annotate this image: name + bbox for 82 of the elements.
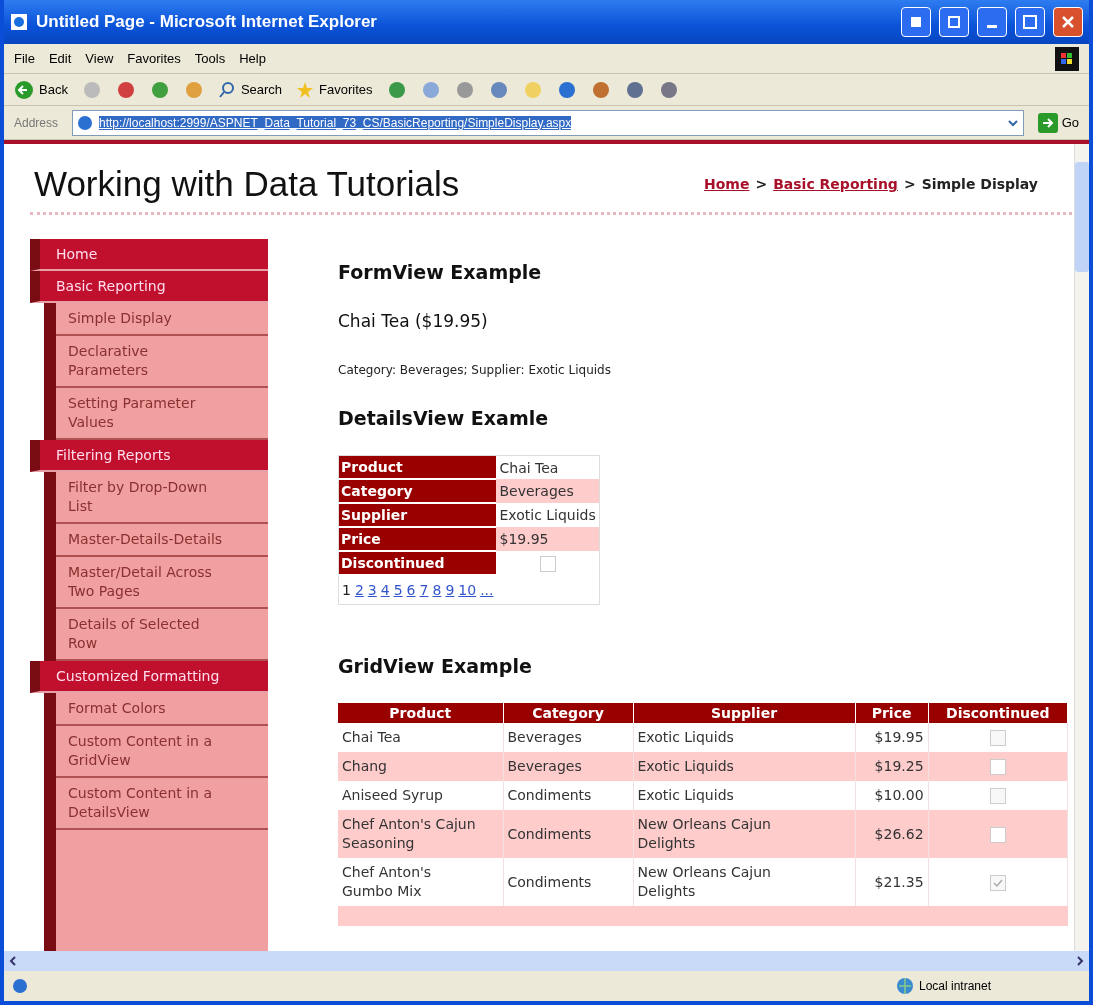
- scroll-right-icon[interactable]: [1075, 956, 1085, 966]
- vertical-scrollbar[interactable]: [1074, 144, 1089, 951]
- page-link[interactable]: 6: [406, 582, 416, 598]
- browser-icon: [10, 13, 28, 31]
- nav-item[interactable]: Format Colors: [56, 693, 268, 726]
- frame-icon: [947, 15, 961, 29]
- star-icon: [296, 80, 315, 99]
- page-link[interactable]: 2: [354, 582, 364, 598]
- column-header: Discontinued: [928, 703, 1068, 723]
- breadcrumb-link[interactable]: Home: [704, 176, 750, 192]
- field-label: Category: [338, 479, 497, 503]
- search-icon: [217, 80, 236, 99]
- search-button[interactable]: Search: [217, 80, 283, 99]
- nav-section[interactable]: Home: [30, 239, 268, 271]
- minimize-button[interactable]: [977, 7, 1007, 37]
- breadcrumb-current: Simple Display: [921, 176, 1038, 192]
- maximize-icon: [1023, 15, 1037, 29]
- column-header: Supplier: [633, 703, 855, 723]
- address-field[interactable]: http://localhost:2999/ASPNET_Data_Tutorial_73_CS/BasicReporting/SimpleDisplay.aspx: [72, 109, 1024, 136]
- windows-logo-icon: [1055, 46, 1079, 71]
- nav-section[interactable]: Customized Formatting: [30, 661, 268, 693]
- nav-item[interactable]: Details of Selected Row: [56, 609, 268, 661]
- site-title: Working with Data Tutorials: [34, 164, 460, 204]
- menu-item[interactable]: Edit: [48, 51, 72, 66]
- scroll-left-icon[interactable]: [8, 956, 18, 966]
- nav-item[interactable]: Filter by Drop-Down List: [56, 472, 268, 524]
- window-layout-button[interactable]: [939, 7, 969, 37]
- field-value: Chai Tea: [496, 455, 600, 479]
- field-value: Beverages: [496, 479, 600, 503]
- product-details: Category: Beverages; Supplier: Exotic Liquids: [338, 363, 612, 377]
- square-icon: [909, 15, 923, 29]
- go-button[interactable]: Go: [1037, 112, 1079, 133]
- nav-item[interactable]: Custom Content in a DetailsView: [56, 778, 268, 830]
- security-zone: Local intranet: [918, 979, 991, 993]
- menu-item[interactable]: File: [14, 51, 35, 66]
- close-button[interactable]: [1053, 7, 1083, 37]
- product-title: Chai Tea ($19.95): [338, 311, 489, 331]
- nav-item[interactable]: Simple Display: [56, 303, 268, 336]
- address-label: Address: [14, 115, 59, 130]
- menu-item[interactable]: View: [85, 51, 114, 66]
- section-heading: DetailsView Examle: [338, 407, 550, 429]
- field-label: Discontinued: [338, 551, 497, 575]
- field-value: Exotic Liquids: [496, 503, 600, 527]
- nav-item[interactable]: Master/Detail Across Two Pages: [56, 557, 268, 609]
- nav-item[interactable]: Setting Parameter Values: [56, 388, 268, 440]
- back-button[interactable]: Back: [14, 79, 68, 100]
- page-link[interactable]: 3: [367, 582, 377, 598]
- field-label: Product: [338, 455, 497, 479]
- menu-item[interactable]: Favorites: [127, 51, 181, 66]
- nav-item[interactable]: Declarative Parameters: [56, 336, 268, 388]
- menu-item[interactable]: Tools: [194, 51, 226, 66]
- maximize-button[interactable]: [1015, 7, 1045, 37]
- nav-section[interactable]: Basic Reporting: [30, 271, 268, 303]
- favorites-button[interactable]: Favorites: [296, 80, 373, 99]
- page-link[interactable]: 9: [445, 582, 455, 598]
- column-header: Product: [338, 703, 503, 723]
- minimize-icon: [987, 24, 997, 28]
- breadcrumb-link[interactable]: Basic Reporting: [773, 176, 898, 192]
- nav-section[interactable]: Filtering Reports: [30, 440, 268, 472]
- section-heading: GridView Example: [338, 655, 533, 677]
- page-link[interactable]: 4: [380, 582, 390, 598]
- window-title: Untitled Page - Microsoft Internet Explorer: [36, 12, 378, 32]
- current-page[interactable]: 1: [342, 582, 351, 598]
- toolbar-toggle-button[interactable]: [901, 7, 931, 37]
- page-link[interactable]: ...: [480, 582, 494, 598]
- field-value: $19.95: [496, 527, 600, 551]
- column-header: Category: [503, 703, 633, 723]
- page-link[interactable]: 8: [432, 582, 442, 598]
- page-link[interactable]: 10: [458, 582, 477, 598]
- nav-item[interactable]: Custom Content in a GridView: [56, 726, 268, 778]
- menu-item[interactable]: Help: [239, 51, 266, 66]
- horizontal-scrollbar[interactable]: [4, 951, 1089, 971]
- field-label: Price: [338, 527, 497, 551]
- field-label: Supplier: [338, 503, 497, 527]
- column-header: Price: [855, 703, 929, 723]
- breadcrumb-separator: >: [755, 176, 768, 192]
- breadcrumb-separator: >: [903, 176, 916, 192]
- page-link[interactable]: 5: [393, 582, 403, 598]
- close-icon: [1061, 15, 1075, 29]
- section-heading: FormView Example: [338, 261, 543, 283]
- page-link[interactable]: 7: [419, 582, 429, 598]
- nav-item[interactable]: Master-Details-Details: [56, 524, 268, 557]
